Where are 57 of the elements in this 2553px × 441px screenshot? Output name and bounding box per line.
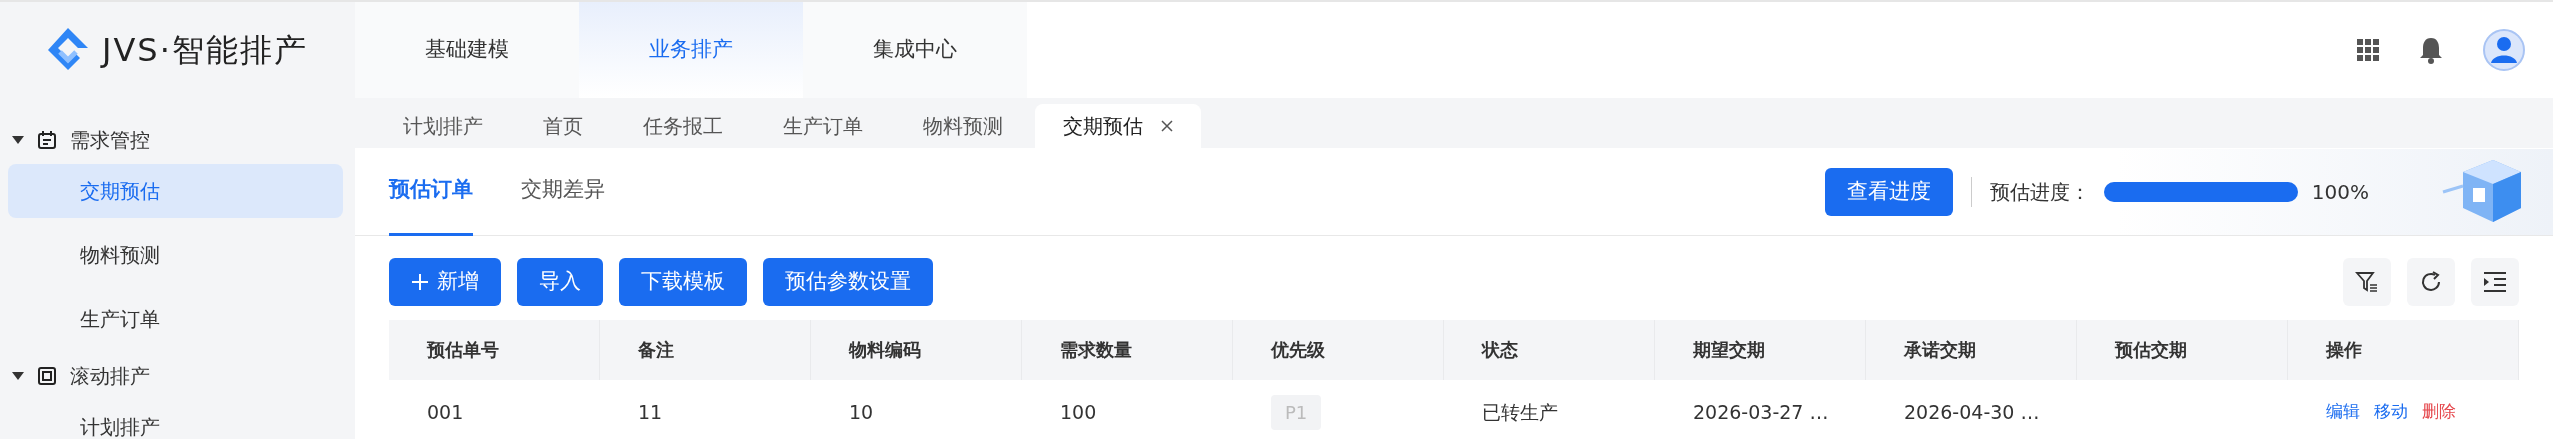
column-header: 预估单号 [389, 320, 600, 380]
page-tab[interactable]: 物料预测 [895, 104, 1031, 148]
column-header: 物料编码 [811, 320, 1022, 380]
action-link[interactable]: 删除 [2422, 399, 2456, 425]
table-cell-text: 100 [1060, 399, 1097, 425]
filter-icon[interactable] [2343, 258, 2391, 306]
avatar-icon[interactable] [2483, 29, 2525, 71]
table-cell-text: 已转生产 [1482, 399, 1558, 425]
table-cell-text: 2026-03-27 … [1693, 399, 1829, 425]
sidebar-group[interactable]: 需求管控 [70, 125, 150, 155]
sub-tab[interactable]: 预估订单 [389, 147, 473, 236]
column-header: 备注 [600, 320, 811, 380]
page-tab[interactable]: 生产订单 [755, 104, 891, 148]
column-header: 承诺交期 [1866, 320, 2077, 380]
caret-icon[interactable] [12, 136, 24, 144]
page-tab[interactable]: 计划排产 [375, 104, 511, 148]
progress-reading: 100% [2311, 178, 2369, 206]
action-link[interactable]: 移动 [2374, 399, 2408, 425]
page-tab[interactable]: 首页 [515, 104, 611, 148]
priority-tag: P1 [1271, 394, 1322, 430]
toolbar-button[interactable]: 预估参数设置 [763, 258, 933, 306]
table-cell-text: 2026-04-30 … [1904, 399, 2040, 425]
caret-icon[interactable] [12, 372, 24, 380]
sidebar-item[interactable]: 生产订单 [8, 292, 343, 346]
app-title: JVS·智能排产 [102, 30, 308, 71]
table-cell-text: 001 [427, 399, 464, 425]
column-header: 优先级 [1233, 320, 1444, 380]
column-header: 期望交期 [1655, 320, 1866, 380]
column-header: 状态 [1444, 320, 1655, 380]
top-nav-tab[interactable]: 基础建模 [355, 2, 579, 98]
column-settings-icon[interactable] [2471, 258, 2519, 306]
plus-icon [411, 273, 429, 292]
progress-label: 预估进度： [1989, 178, 2090, 206]
calendar-icon [36, 129, 58, 151]
top-nav-tab[interactable]: 集成中心 [803, 2, 1027, 98]
sidebar-group[interactable]: 滚动排产 [70, 361, 150, 391]
toolbar-button[interactable]: 导入 [517, 258, 603, 306]
page-tab[interactable]: 任务报工 [615, 104, 751, 148]
page-tab[interactable]: 交期预估 [1035, 104, 1201, 148]
sub-tab[interactable]: 交期差异 [521, 147, 605, 236]
view-progress-button[interactable]: 查看进度 [1824, 167, 1953, 216]
column-header: 操作 [2288, 320, 2519, 380]
apps-grid-icon[interactable] [2357, 39, 2379, 61]
sidebar-item[interactable]: 物料预测 [8, 228, 343, 282]
table-cell-text: 11 [638, 399, 663, 425]
action-link[interactable]: 编辑 [2326, 399, 2360, 425]
frame-icon [36, 365, 58, 387]
bell-icon[interactable] [2419, 36, 2443, 64]
add-button[interactable]: 新增 [389, 258, 501, 306]
column-header: 预估交期 [2077, 320, 2288, 380]
sidebar-item[interactable]: 交期预估 [8, 164, 343, 218]
close-icon[interactable] [1161, 120, 1173, 132]
refresh-icon[interactable] [2407, 258, 2455, 306]
table-cell-text: 10 [849, 399, 874, 425]
toolbar-button[interactable]: 下载模板 [619, 258, 747, 306]
sidebar-item[interactable]: 计划排产 [8, 400, 343, 439]
column-header: 需求数量 [1022, 320, 1233, 380]
